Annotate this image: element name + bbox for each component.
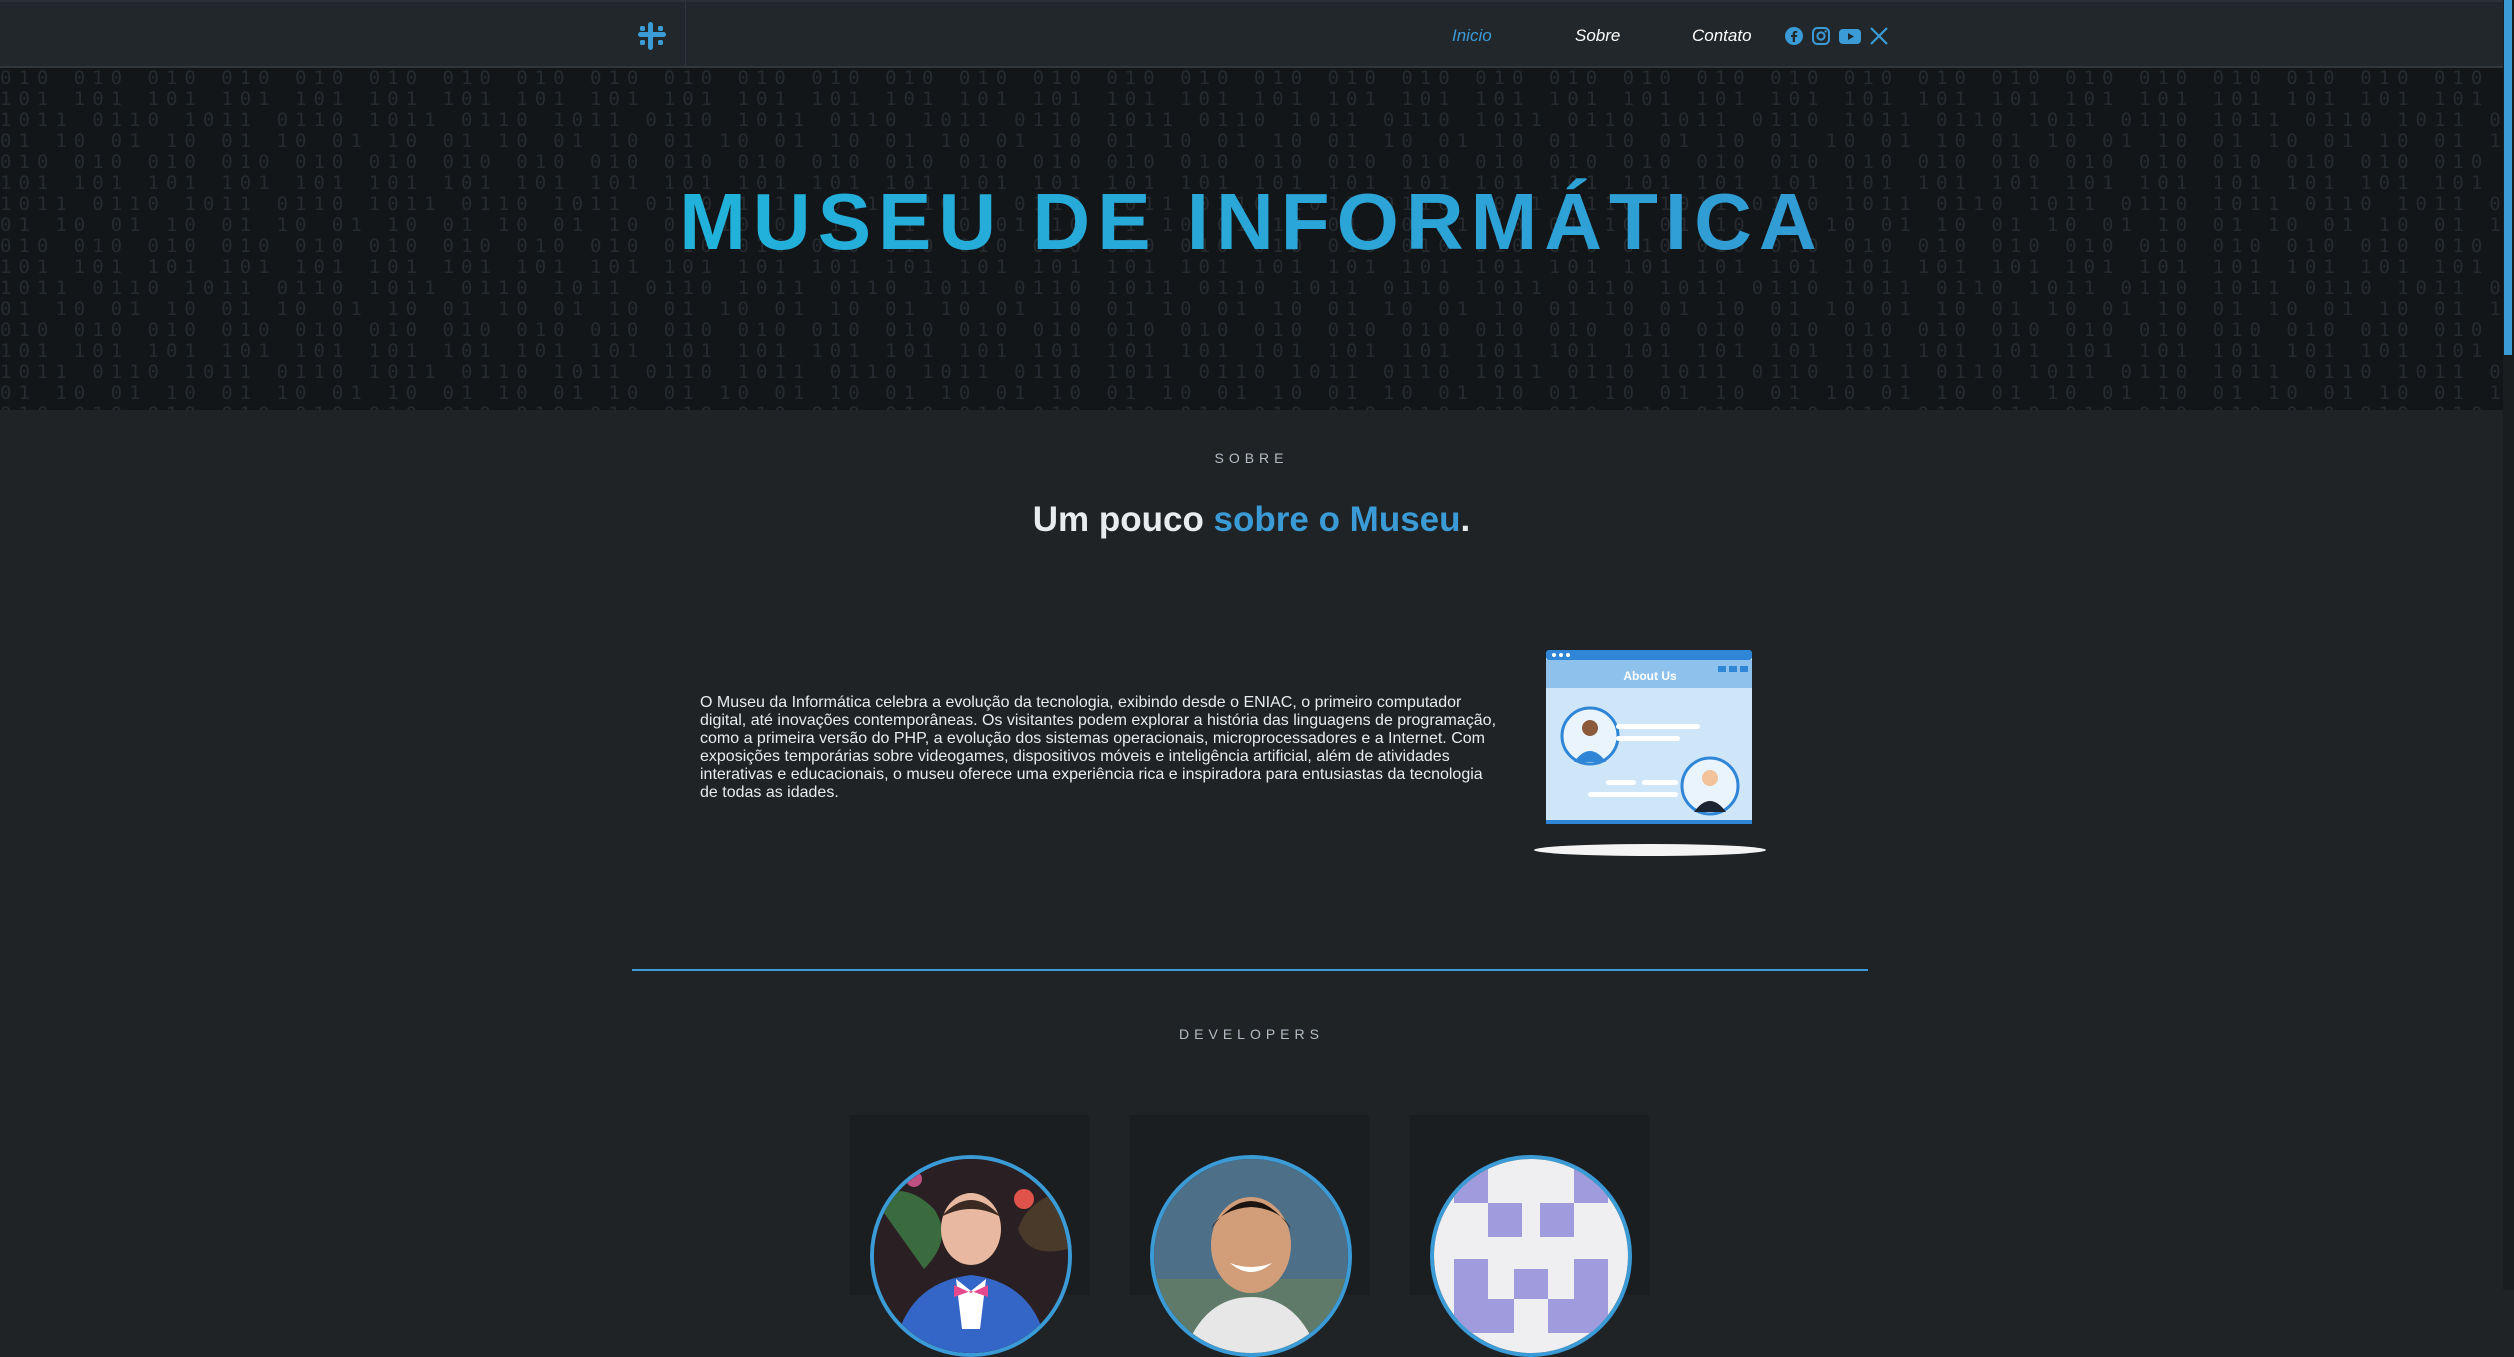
about-title-start: Um pouco (1032, 500, 1214, 539)
social-links (1784, 26, 1889, 46)
developer-card[interactable] (1410, 1115, 1650, 1357)
about-us-illustration: About Us (1534, 650, 1766, 856)
developer-avatar (1430, 1155, 1632, 1357)
developer-card[interactable] (1130, 1115, 1370, 1357)
instagram-icon[interactable] (1811, 26, 1831, 46)
developer-avatar (1150, 1155, 1352, 1357)
illustration-label: About Us (1623, 669, 1677, 683)
nav-link-inicio[interactable]: Inicio (1452, 26, 1492, 46)
navbar: Inicio Sobre Contato (0, 0, 2503, 68)
hero-title: MUSEU DE INFORMÁTICA (0, 176, 2503, 268)
hero-banner: 010 010 010 010 010 010 010 010 010 010 … (0, 68, 2503, 410)
about-title-accent: sobre o Museu (1213, 500, 1461, 539)
nav-link-contato[interactable]: Contato (1692, 26, 1752, 46)
facebook-icon[interactable] (1784, 26, 1804, 46)
developer-card[interactable] (850, 1115, 1090, 1357)
scrollbar-thumb[interactable] (2504, 0, 2512, 355)
about-title: Um pouco sobre o Museu. (0, 500, 2503, 540)
developers-eyebrow: DEVELOPERS (1179, 1026, 1324, 1042)
nav-divider (685, 2, 686, 68)
section-divider (632, 969, 1868, 971)
nav-link-sobre[interactable]: Sobre (1575, 26, 1620, 46)
developer-avatar (870, 1155, 1072, 1357)
about-eyebrow: SOBRE (1214, 450, 1289, 466)
youtube-icon[interactable] (1838, 26, 1862, 46)
logo-icon[interactable] (636, 20, 668, 52)
x-icon[interactable] (1869, 26, 1889, 46)
about-description: O Museu da Informática celebra a evoluçã… (700, 694, 1497, 801)
about-title-end: . (1460, 500, 1471, 539)
